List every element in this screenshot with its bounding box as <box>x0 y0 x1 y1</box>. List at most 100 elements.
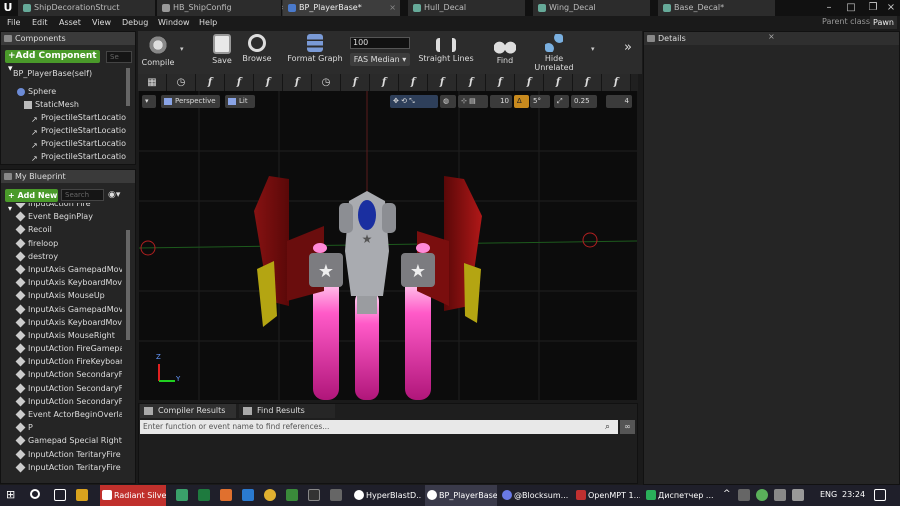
tab-compiler-results[interactable]: Compiler Results <box>140 404 236 418</box>
close-tab-icon[interactable]: × <box>389 0 396 16</box>
language-indicator[interactable]: ENG <box>820 490 837 499</box>
blueprint-search-input[interactable]: Search <box>61 189 104 201</box>
task-view-icon[interactable] <box>54 489 66 501</box>
function-tab-icon[interactable]: f <box>370 74 399 91</box>
viewport-tab-icon[interactable]: ▦ <box>138 74 167 91</box>
find-references-input[interactable]: Enter function or event name to find ref… <box>140 420 618 434</box>
blueprint-list-item[interactable]: InputAction Fire <box>14 203 122 210</box>
function-tab-icon[interactable]: f <box>457 74 486 91</box>
blueprint-list-item[interactable]: destroy <box>14 250 122 263</box>
rotation-snap-icon[interactable]: ∆ <box>514 95 529 108</box>
taskbar-app-radiant[interactable]: Radiant Silve... <box>100 485 166 506</box>
blueprint-list-item[interactable]: InputAxis MouseRight <box>14 329 122 342</box>
component-root[interactable]: BP_PlayerBase(self) <box>13 67 133 80</box>
scale-snap-value[interactable]: 0.25 <box>571 95 597 108</box>
function-tab-icon[interactable]: f <box>254 74 283 91</box>
fas-value-input[interactable]: 100 <box>350 37 410 49</box>
tray-app-icon[interactable] <box>756 489 768 501</box>
taskbar-app-discord[interactable]: @Blocksum... <box>500 485 570 506</box>
lit-button[interactable]: Lit <box>225 95 255 108</box>
menu-file[interactable]: File <box>7 16 20 30</box>
tray-chevron-up-icon[interactable]: ^ <box>723 489 731 499</box>
chrome-icon[interactable] <box>264 489 276 501</box>
blueprint-list-item[interactable]: InputAxis KeyboardMove <box>14 276 122 289</box>
tab-hb-ship-config[interactable]: HB_ShipConfig <box>157 0 282 16</box>
grid-snap-value[interactable]: 10 <box>490 95 512 108</box>
blueprint-list-item[interactable]: InputAxis KeyboardMove <box>14 316 122 329</box>
blueprint-list-item[interactable]: InputAction SecondaryF <box>14 368 122 381</box>
taskbar-app-task-manager[interactable]: Диспетчер ... <box>644 485 714 506</box>
perspective-button[interactable]: Perspective <box>161 95 220 108</box>
event-graph-clock-icon[interactable]: ◷ <box>312 74 341 91</box>
windows-start-icon[interactable]: ⊞ <box>6 489 18 501</box>
function-tab-icon[interactable]: f <box>573 74 602 91</box>
save-button[interactable]: Save <box>207 32 237 72</box>
find-button[interactable]: Find <box>488 32 522 72</box>
hide-unrelated-chevron-down-icon[interactable]: ▾ <box>591 45 595 53</box>
component-projectile-start-3[interactable]: ↗ ProjectileStartLocation <box>30 137 126 150</box>
parent-class-value[interactable]: Pawn <box>870 16 897 29</box>
blueprint-list-item[interactable]: P <box>14 421 122 434</box>
vscode-icon[interactable] <box>242 489 254 501</box>
blueprint-viewport[interactable]: ★ ★ ★ Z Y <box>139 91 637 400</box>
firefox-icon[interactable] <box>220 489 232 501</box>
function-tab-icon[interactable]: f <box>515 74 544 91</box>
menu-view[interactable]: View <box>92 16 111 30</box>
viewport-options-chevron-down-icon[interactable]: ▾ <box>142 95 156 108</box>
construction-script-clock-icon[interactable]: ◷ <box>167 74 196 91</box>
function-tab-icon[interactable]: f <box>544 74 573 91</box>
browse-button[interactable]: Browse <box>240 32 274 72</box>
menu-debug[interactable]: Debug <box>122 16 148 30</box>
network-icon[interactable] <box>774 489 786 501</box>
menu-edit[interactable]: Edit <box>32 16 48 30</box>
maximize-button[interactable]: □ <box>840 0 862 16</box>
hide-unrelated-button[interactable]: Hide Unrelated <box>526 32 582 72</box>
blueprint-list-item[interactable]: Gamepad Special Right <box>14 434 122 447</box>
straight-lines-button[interactable]: Straight Lines <box>418 32 474 72</box>
blueprint-list-item[interactable]: InputAction TeritaryFire <box>14 461 122 474</box>
add-component-button[interactable]: +Add Component ▾ <box>5 50 100 74</box>
app-icon[interactable] <box>330 489 342 501</box>
tab-ship-decoration-struct-left[interactable]: ShipDecorationStruct <box>18 0 156 16</box>
taskbar-app-bp-player-base[interactable]: BP_PlayerBase <box>425 485 497 506</box>
app-icon[interactable] <box>286 489 298 501</box>
camera-speed-value[interactable]: 4 <box>606 95 632 108</box>
fas-median-dropdown[interactable]: FAS Median ▾ <box>350 53 410 66</box>
blueprint-list-item[interactable]: InputAction SecondaryF <box>14 395 122 408</box>
details-close-icon[interactable]: × <box>768 32 775 41</box>
function-tab-icon[interactable]: f <box>428 74 457 91</box>
blueprint-list-item[interactable]: InputAction SecondaryF <box>14 382 122 395</box>
tray-app-icon[interactable] <box>738 489 750 501</box>
view-options-eye-icon[interactable]: ◉▾ <box>108 189 130 202</box>
component-projectile-start-4[interactable]: ↗ ProjectileStartLocation <box>30 150 126 163</box>
blueprint-list-item[interactable]: InputAxis GamepadMove <box>14 303 122 316</box>
blueprint-list-item[interactable]: Event ActorBeginOverlap <box>14 408 122 421</box>
volume-icon[interactable] <box>792 489 804 501</box>
compile-options-chevron-down-icon[interactable]: ▾ <box>180 45 184 53</box>
file-explorer-icon[interactable] <box>76 489 88 501</box>
app-icon[interactable] <box>308 489 320 501</box>
minimize-button[interactable]: – <box>818 0 840 16</box>
function-tab-icon[interactable]: f <box>225 74 254 91</box>
search-icon[interactable] <box>30 489 40 499</box>
notifications-icon[interactable] <box>874 489 886 501</box>
find-binoculars-icon[interactable]: ∞ <box>620 420 635 434</box>
taskbar-app-hyperblast[interactable]: HyperBlastD... <box>352 485 422 506</box>
component-static-mesh[interactable]: StaticMesh <box>24 98 128 111</box>
add-new-button[interactable]: + Add New ▾ <box>5 189 58 213</box>
menu-asset[interactable]: Asset <box>59 16 81 30</box>
function-tab-icon[interactable]: f <box>602 74 631 91</box>
rotation-snap-value[interactable]: 5° <box>530 95 550 108</box>
blueprint-list-item[interactable]: InputAxis GamepadMove <box>14 263 122 276</box>
menu-help[interactable]: Help <box>199 16 217 30</box>
component-projectile-start-1[interactable]: ↗ ProjectileStartLocation <box>30 111 126 124</box>
excel-icon[interactable] <box>198 489 210 501</box>
search-icon[interactable]: ⌕ <box>605 421 617 433</box>
components-scrollbar[interactable] <box>126 68 130 106</box>
component-sphere[interactable]: Sphere <box>17 85 127 98</box>
format-graph-button[interactable]: Format Graph <box>286 32 344 72</box>
blueprint-list-item[interactable]: InputAction FireKeyboard <box>14 355 122 368</box>
tab-wing-decal[interactable]: Wing_Decal <box>533 0 651 16</box>
clock[interactable]: 23:24 <box>842 490 865 499</box>
app-icon[interactable] <box>176 489 188 501</box>
